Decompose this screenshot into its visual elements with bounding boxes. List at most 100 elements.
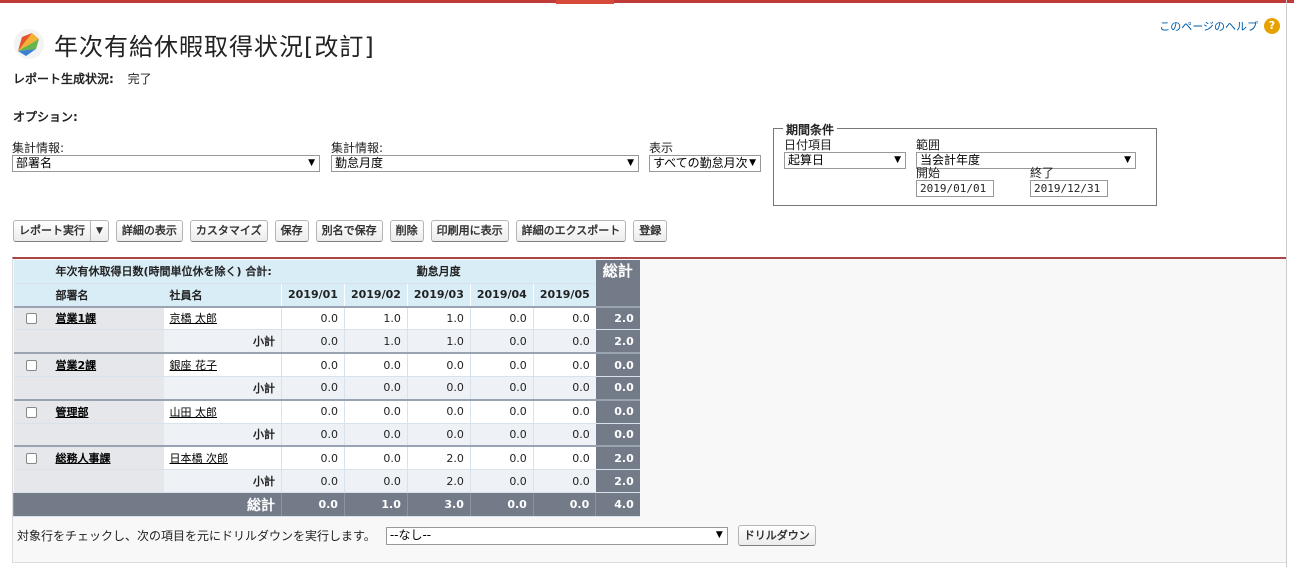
subtotal-cell: 0.0 bbox=[469, 423, 534, 447]
save-as-button[interactable]: 別名で保存 bbox=[315, 220, 383, 242]
subtotal-cell: 1.0 bbox=[406, 329, 471, 354]
chevron-down-icon: ▼ bbox=[1124, 155, 1131, 165]
dept-link[interactable]: 営業2課 bbox=[56, 359, 97, 372]
active-tab-marker bbox=[556, 0, 614, 4]
printable-view-button[interactable]: 印刷用に表示 bbox=[430, 220, 509, 242]
row-checkbox[interactable] bbox=[26, 453, 37, 465]
value-cell: 0.0 bbox=[343, 352, 408, 377]
subtotal-cell: 0.0 bbox=[406, 376, 471, 401]
summary1-select[interactable]: 部署名 ▼ bbox=[12, 155, 320, 172]
month-header: 2019/05 bbox=[532, 283, 596, 308]
value-cell: 1.0 bbox=[406, 305, 471, 331]
scroll-edge bbox=[1286, 0, 1287, 567]
value-cell: 0.0 bbox=[469, 445, 534, 471]
dept-link[interactable]: 総務人事課 bbox=[56, 452, 111, 465]
employee-link[interactable]: 銀座 花子 bbox=[170, 359, 218, 372]
grand-total-cell: 4.0 bbox=[595, 492, 640, 517]
end-label: 終了 bbox=[1030, 166, 1055, 180]
row-checkbox[interactable] bbox=[26, 406, 37, 418]
subscribe-button[interactable]: 登録 bbox=[633, 220, 668, 242]
subtotal-cell: 1.0 bbox=[343, 329, 408, 354]
value-cell: 0.0 bbox=[281, 445, 345, 471]
subtotal-cell: 0.0 bbox=[343, 423, 408, 447]
subtotal-cell: 0.0 bbox=[281, 469, 345, 494]
value-cell: 0.0 bbox=[343, 398, 408, 424]
chevron-down-icon: ▼ bbox=[308, 158, 315, 168]
period-legend: 期間条件 bbox=[783, 121, 838, 138]
row-total-cell: 2.0 bbox=[595, 445, 640, 471]
value-cell: 0.0 bbox=[532, 352, 596, 377]
start-date-input[interactable]: 2019/01/01 bbox=[916, 180, 994, 197]
help-icon[interactable]: ? bbox=[1264, 18, 1280, 34]
subtotal-cell: 0.0 bbox=[343, 469, 408, 494]
grand-total-label: 総計 bbox=[13, 492, 282, 517]
summary1-label: 集計情報: bbox=[12, 141, 65, 155]
employee-link[interactable]: 日本橋 次郎 bbox=[170, 452, 229, 465]
display-select[interactable]: すべての勤怠月次 ▼ bbox=[649, 155, 761, 172]
table-row: 営業1課 京橋 太郎 0.0 1.0 1.0 0.0 0.0 2.0 bbox=[13, 305, 640, 331]
chevron-down-icon: ▼ bbox=[715, 529, 723, 540]
export-details-button[interactable]: 詳細のエクスポート bbox=[515, 220, 627, 242]
subtotal-cell: 0.0 bbox=[532, 423, 596, 447]
subtotal-label: 小計 bbox=[163, 329, 282, 354]
range-label: 範囲 bbox=[916, 138, 941, 152]
summary2-select[interactable]: 勤怠月度 ▼ bbox=[331, 155, 639, 172]
summary2-label: 集計情報: bbox=[331, 141, 384, 155]
row-total-cell: 2.0 bbox=[595, 305, 640, 331]
status-value: 完了 bbox=[127, 72, 152, 86]
subtotal-row: 小計 0.0 0.0 0.0 0.0 0.0 0.0 bbox=[13, 376, 640, 401]
subtotal-cell: 0.0 bbox=[532, 376, 596, 401]
delete-button[interactable]: 削除 bbox=[389, 220, 424, 242]
subtotal-cell: 0.0 bbox=[469, 469, 534, 494]
end-field: 終了 2019/12/31 bbox=[1030, 166, 1108, 197]
subtotal-cell: 0.0 bbox=[281, 423, 345, 447]
summary2-field: 集計情報: 勤怠月度 ▼ bbox=[331, 141, 639, 172]
drilldown-select[interactable]: --なし-- ▼ bbox=[385, 526, 728, 545]
end-date-input[interactable]: 2019/12/31 bbox=[1030, 180, 1108, 197]
emp-column-header: 社員名 bbox=[163, 283, 282, 308]
drilldown-bar: 対象行をチェックし、次の項目を元にドリルダウンを実行します。 --なし-- ▼ ド… bbox=[17, 525, 816, 546]
summary1-field: 集計情報: 部署名 ▼ bbox=[12, 141, 320, 172]
value-cell: 0.0 bbox=[469, 352, 534, 377]
help-link[interactable]: このページのヘルプ ? bbox=[1159, 18, 1280, 34]
subtotal-cell: 0.0 bbox=[469, 329, 534, 354]
month-group-header: 勤怠月度 bbox=[281, 260, 596, 284]
dept-link[interactable]: 管理部 bbox=[56, 406, 89, 419]
row-checkbox[interactable] bbox=[26, 360, 37, 372]
report-status: レポート生成状況: 完了 bbox=[13, 70, 152, 87]
employee-link[interactable]: 山田 太郎 bbox=[170, 406, 218, 419]
run-report-button[interactable]: レポート実行 ▼ bbox=[13, 220, 109, 242]
subtotal-label: 小計 bbox=[163, 469, 282, 494]
table-row: 管理部 山田 太郎 0.0 0.0 0.0 0.0 0.0 0.0 bbox=[13, 398, 640, 424]
chevron-down-icon: ▼ bbox=[627, 158, 634, 168]
subtotal-row: 小計 0.0 1.0 1.0 0.0 0.0 2.0 bbox=[13, 329, 640, 354]
value-cell: 0.0 bbox=[532, 305, 596, 331]
chevron-down-icon: ▼ bbox=[894, 155, 901, 165]
subtotal-cell: 0.0 bbox=[343, 376, 408, 401]
top-accent-bar bbox=[0, 0, 1294, 3]
employee-link[interactable]: 京橋 太郎 bbox=[170, 312, 218, 325]
value-cell: 0.0 bbox=[469, 398, 534, 424]
run-dropdown-icon[interactable]: ▼ bbox=[91, 221, 108, 241]
subtotal-cell: 0.0 bbox=[532, 329, 596, 354]
value-cell: 0.0 bbox=[343, 445, 408, 471]
date-field: 日付項目 起算日 ▼ bbox=[784, 138, 906, 169]
show-details-button[interactable]: 詳細の表示 bbox=[115, 220, 183, 242]
value-cell: 1.0 bbox=[343, 305, 408, 331]
measure-header: 年次有休取得日数(時間単位休を除く) 合計: bbox=[49, 260, 282, 284]
subtotal-cell: 0.0 bbox=[281, 376, 345, 401]
save-button[interactable]: 保存 bbox=[274, 220, 309, 242]
value-cell: 0.0 bbox=[281, 398, 345, 424]
month-header: 2019/02 bbox=[343, 283, 408, 308]
start-label: 開始 bbox=[916, 166, 941, 180]
row-checkbox[interactable] bbox=[26, 313, 37, 325]
customize-button[interactable]: カスタマイズ bbox=[189, 220, 268, 242]
row-total-cell: 0.0 bbox=[595, 352, 640, 377]
month-header: 2019/01 bbox=[281, 283, 345, 308]
value-cell: 0.0 bbox=[281, 352, 345, 377]
dept-link[interactable]: 営業1課 bbox=[56, 312, 97, 325]
help-link-text[interactable]: このページのヘルプ bbox=[1159, 18, 1258, 34]
date-field-select[interactable]: 起算日 ▼ bbox=[784, 152, 906, 169]
subtotal-total-cell: 0.0 bbox=[595, 376, 640, 401]
drilldown-button[interactable]: ドリルダウン bbox=[737, 525, 816, 546]
